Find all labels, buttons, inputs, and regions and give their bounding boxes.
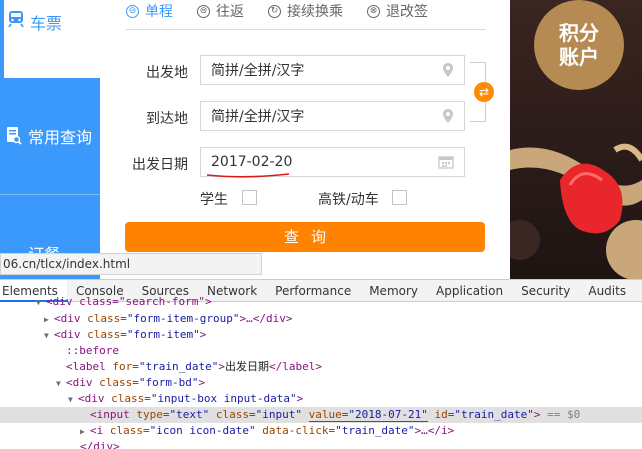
from-station-placeholder: 简拼/全拼/汉字	[211, 63, 305, 79]
dom-node-before[interactable]: ::before	[0, 343, 642, 359]
swap-stations-button[interactable]: ⇄	[474, 82, 494, 102]
tab-label: 往返	[216, 4, 244, 20]
red-annotation-underline	[206, 173, 290, 178]
collapse-triangle-icon: ▼	[68, 395, 73, 404]
document-search-icon	[7, 127, 22, 145]
sidebar: 车票 常用查询 订餐	[0, 0, 100, 279]
devtools-panel: Elements Console Sources Network Perform…	[0, 279, 642, 449]
transfer-icon: ↻	[268, 4, 281, 18]
red-annotation-underline: value="2018-07-21"	[308, 408, 428, 422]
expand-triangle-icon: ▶	[44, 315, 49, 324]
refund-icon: ⊗	[367, 4, 380, 18]
sidebar-item-label: 常用查询	[28, 128, 93, 147]
departure-date-value: 2017-02-20	[211, 154, 293, 170]
tabs-divider	[126, 29, 486, 30]
sidebar-item-tickets[interactable]: 车票	[0, 0, 100, 78]
expand-triangle-icon: ▶	[80, 427, 85, 436]
student-label: 学生	[200, 192, 228, 208]
tab-label: 单程	[145, 4, 173, 20]
location-pin-icon	[443, 63, 453, 77]
highspeed-checkbox[interactable]	[392, 190, 407, 205]
dom-node-label[interactable]: <label for="train_date">出发日期</label>	[0, 359, 642, 375]
highspeed-label: 高铁/动车	[318, 192, 379, 208]
tab-label: 退改签	[386, 4, 428, 20]
tab-label: 接续换乘	[287, 4, 343, 20]
from-label: 出发地	[146, 65, 188, 81]
tab-one-way[interactable]: ⊖ 单程	[126, 1, 173, 21]
dom-node-close-div[interactable]: </div>	[0, 439, 642, 449]
round-trip-icon: ⊜	[197, 4, 210, 18]
dom-node-search-form[interactable]: ▼ <div class="search-form">	[0, 294, 642, 310]
banner-line-1: 积分	[559, 21, 599, 45]
collapse-triangle-icon: ▼	[36, 298, 41, 307]
calendar-icon	[438, 156, 454, 169]
tab-round-trip[interactable]: ⊜ 往返	[197, 1, 244, 21]
dom-node-form-item[interactable]: ▼ <div class="form-item">	[0, 327, 642, 343]
sidebar-item-label: 车票	[30, 14, 63, 33]
search-button[interactable]: 查询	[125, 222, 485, 252]
dom-node-input-box[interactable]: ▼ <div class="input-box input-data">	[0, 391, 642, 407]
one-way-icon: ⊖	[126, 4, 139, 18]
trip-type-tabs: ⊖ 单程 ⊜ 往返 ↻ 接续换乘 ⊗ 退改签	[126, 0, 486, 22]
to-station-input[interactable]: 简拼/全拼/汉字	[200, 101, 465, 131]
location-pin-icon	[443, 109, 453, 123]
to-station-placeholder: 简拼/全拼/汉字	[211, 109, 305, 125]
sidebar-item-common-query[interactable]: 常用查询	[0, 78, 100, 194]
webpage-viewport: 车票 常用查询 订餐	[0, 0, 642, 279]
from-station-input[interactable]: 简拼/全拼/汉字	[200, 55, 465, 85]
screen: 车票 常用查询 订餐	[0, 0, 642, 449]
dom-node-form-item-group[interactable]: ▶ <div class="form-item-group">…</div>	[0, 311, 642, 327]
dom-node-date-icon[interactable]: ▶ <i class="icon icon-date" data-click="t…	[0, 423, 642, 439]
tab-refund-change[interactable]: ⊗ 退改签	[367, 1, 428, 21]
to-label: 到达地	[146, 111, 188, 127]
collapse-triangle-icon: ▼	[56, 379, 61, 388]
banner-line-2: 账户	[559, 45, 599, 69]
student-checkbox[interactable]	[242, 190, 257, 205]
date-label: 出发日期	[132, 157, 188, 173]
status-url-bar: 06.cn/tlcx/index.html	[0, 253, 262, 275]
dom-tree: ▼ <div class="search-form"> ▶ <div class="…	[0, 295, 642, 449]
dom-node-train-date-input[interactable]: <input type="text" class="input" value="…	[0, 407, 642, 423]
train-icon	[8, 11, 24, 28]
dom-node-form-bd[interactable]: ▼ <div class="form-bd">	[0, 375, 642, 391]
collapse-triangle-icon: ▼	[44, 331, 49, 340]
banner-badge: 积分 账户	[534, 0, 624, 90]
tab-transfer[interactable]: ↻ 接续换乘	[268, 1, 343, 21]
points-account-banner[interactable]: 积分 账户	[510, 0, 642, 279]
